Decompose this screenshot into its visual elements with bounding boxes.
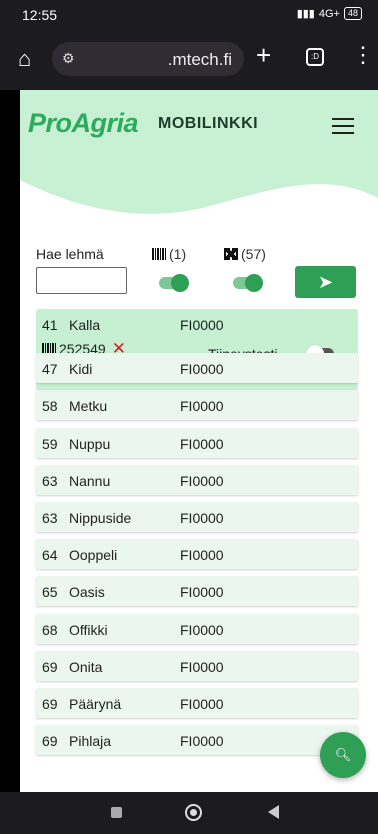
cow-code: FI0000 bbox=[180, 584, 224, 601]
cow-code: FI0000 bbox=[180, 621, 224, 638]
site-settings-icon[interactable]: ⚙ bbox=[62, 50, 75, 67]
cow-name: Oasis bbox=[69, 584, 105, 601]
cow-id: 58 bbox=[42, 398, 58, 415]
cow-row[interactable]: 58 Metku FI0000 bbox=[36, 390, 358, 421]
status-time: 12:55 bbox=[22, 7, 58, 23]
cow-row[interactable]: 47 Kidi FI0000 bbox=[36, 353, 358, 384]
search-input[interactable] bbox=[36, 267, 127, 294]
app-title: MOBILINKKI bbox=[158, 115, 259, 132]
home-nav-icon[interactable] bbox=[185, 804, 202, 821]
address-bar[interactable]: ⚙ .mtech.fi bbox=[52, 42, 244, 76]
cow-row[interactable]: 68 Offikki FI0000 bbox=[36, 613, 358, 644]
cow-name: Kidi bbox=[69, 361, 93, 378]
cow-row[interactable]: 69 Päärynä FI0000 bbox=[36, 688, 358, 718]
cow-code: FI0000 bbox=[180, 547, 224, 564]
new-tab-icon[interactable]: + bbox=[256, 42, 271, 68]
back-icon[interactable] bbox=[268, 805, 279, 819]
send-button[interactable]: ➤ bbox=[295, 266, 356, 298]
search-label: Hae lehmä bbox=[36, 246, 104, 262]
hamburger-menu-icon[interactable] bbox=[332, 118, 354, 139]
cow-id: 41 bbox=[42, 317, 58, 333]
cow-code: FI0000 bbox=[180, 733, 224, 750]
qr-toggle[interactable] bbox=[233, 274, 263, 292]
cow-code: FI0000 bbox=[180, 696, 224, 712]
cow-code: FI0000 bbox=[180, 472, 224, 489]
qr-count-text: (57) bbox=[241, 246, 266, 262]
search-icon: 🔍︎ bbox=[334, 747, 352, 762]
cow-row[interactable]: 65 Oasis FI0000 bbox=[36, 576, 358, 607]
status-bar: 12:55 ▮▮▮ 4G+ 48 bbox=[0, 0, 378, 30]
cow-row[interactable]: 69 Pihlaja FI0000 bbox=[36, 725, 358, 756]
cow-id: 69 bbox=[42, 733, 58, 750]
cow-row[interactable]: 64 Ooppeli FI0000 bbox=[36, 539, 358, 570]
cow-name: Metku bbox=[69, 398, 108, 415]
cow-id: 63 bbox=[42, 510, 58, 526]
home-icon[interactable]: ⌂ bbox=[18, 48, 31, 70]
cow-code: FI0000 bbox=[180, 317, 224, 333]
cow-name: Nuppu bbox=[69, 435, 111, 452]
recents-icon[interactable] bbox=[111, 807, 122, 818]
proagria-logo: ProAgria bbox=[28, 108, 139, 138]
cow-id: 47 bbox=[42, 361, 58, 378]
cow-id: 59 bbox=[42, 435, 58, 452]
cow-name: Onita bbox=[69, 658, 103, 675]
cow-id: 64 bbox=[42, 547, 58, 564]
cow-name: Nippuside bbox=[69, 510, 132, 526]
status-icons: ▮▮▮ 4G+ 48 bbox=[297, 7, 362, 20]
cow-code: FI0000 bbox=[180, 510, 224, 526]
cow-code: FI0000 bbox=[180, 398, 224, 415]
cow-id: 69 bbox=[42, 696, 58, 712]
cow-name: Nannu bbox=[69, 472, 111, 489]
network-label: 4G+ bbox=[318, 7, 340, 20]
cow-id: 68 bbox=[42, 621, 58, 638]
qr-count: (57) bbox=[224, 246, 266, 262]
cow-id: 63 bbox=[42, 472, 58, 489]
tab-switcher-icon[interactable]: :D bbox=[306, 48, 324, 66]
cow-row[interactable]: 69 Onita FI0000 bbox=[36, 650, 358, 681]
battery-icon: 48 bbox=[343, 7, 362, 20]
cow-code: FI0000 bbox=[180, 658, 224, 675]
barcode-icon bbox=[152, 248, 166, 260]
web-page: ProAgria MOBILINKKI Hae lehmä (1) (57) ➤… bbox=[20, 90, 378, 792]
barcode-count: (1) bbox=[152, 246, 186, 262]
cow-code: FI0000 bbox=[180, 435, 224, 452]
browser-toolbar: ⌂ ⚙ .mtech.fi + :D ⋮ bbox=[0, 30, 378, 90]
android-nav-bar bbox=[0, 792, 378, 834]
cow-name: Ooppeli bbox=[69, 547, 118, 564]
barcode-count-text: (1) bbox=[169, 246, 187, 262]
cow-row[interactable]: 63 Nannu FI0000 bbox=[36, 464, 358, 495]
cow-id: 69 bbox=[42, 658, 58, 675]
barcode-toggle[interactable] bbox=[159, 274, 189, 292]
cow-name: Offikki bbox=[69, 621, 108, 638]
cow-id: 65 bbox=[42, 584, 58, 601]
search-fab-button[interactable]: 🔍︎ bbox=[320, 732, 366, 778]
signal-icon: ▮▮▮ bbox=[296, 8, 315, 20]
cow-row[interactable]: 59 Nuppu FI0000 bbox=[36, 427, 358, 458]
cow-name: Kalla bbox=[69, 317, 101, 333]
cow-name: Päärynä bbox=[69, 696, 122, 712]
cow-name: Pihlaja bbox=[69, 733, 112, 750]
browser-menu-icon[interactable]: ⋮ bbox=[352, 44, 374, 66]
cow-row[interactable]: 63 Nippuside FI0000 bbox=[36, 502, 358, 532]
cow-code: FI0000 bbox=[180, 361, 224, 378]
qr-code-icon bbox=[224, 248, 238, 260]
url-text: .mtech.fi bbox=[167, 50, 232, 69]
send-icon: ➤ bbox=[317, 272, 334, 292]
